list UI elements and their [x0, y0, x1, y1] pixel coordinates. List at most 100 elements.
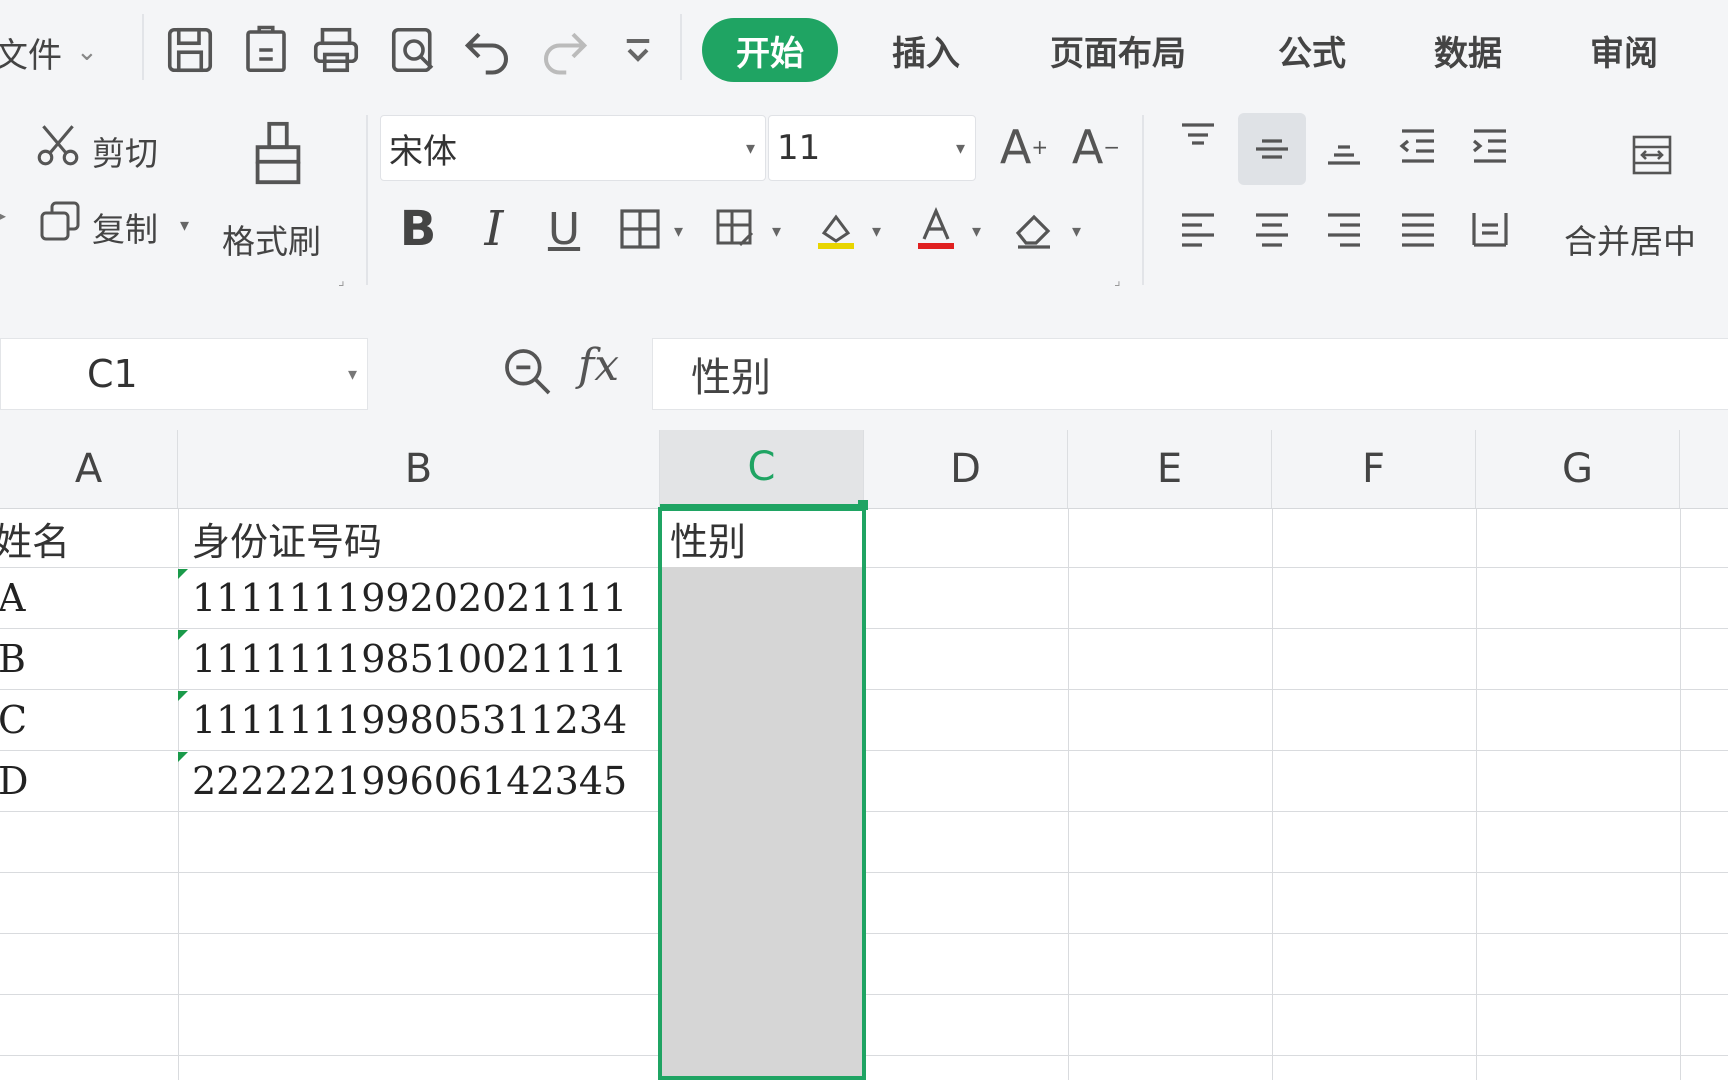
tabs-separator: [680, 14, 682, 80]
undo-icon[interactable]: [456, 18, 520, 82]
clear-format-dropdown-arrow[interactable]: ▾: [1072, 221, 1081, 242]
merge-center-icon[interactable]: [1610, 113, 1694, 197]
align-bottom-icon[interactable]: [1314, 117, 1374, 177]
spreadsheet-grid[interactable]: A B C D E F G 姓名 身份证号码 性别 A 111111199202…: [0, 430, 1728, 1080]
ribbon-home: 剪切 ▸ 复制 ▾ 格式刷 ⌟ 宋体 ▾ 11 ▾ A + A − B I U ▾ …: [0, 105, 1728, 300]
paste-dropdown-arrow[interactable]: ▸: [0, 203, 6, 227]
merge-center-button[interactable]: 合并居中: [1564, 215, 1696, 263]
italic-icon[interactable]: I: [464, 197, 524, 261]
bold-icon[interactable]: B: [388, 197, 448, 261]
tab-insert[interactable]: 插入: [868, 18, 984, 82]
increase-indent-icon[interactable]: [1460, 117, 1520, 177]
group-separator: [1142, 115, 1144, 285]
align-left-icon[interactable]: [1168, 197, 1228, 261]
chevron-down-icon: ▾: [347, 363, 357, 385]
cut-button[interactable]: 剪切: [92, 127, 158, 175]
zoom-icon[interactable]: [500, 344, 556, 400]
column-header-f[interactable]: F: [1272, 430, 1476, 508]
clear-format-icon[interactable]: [1004, 197, 1064, 261]
cell-c1[interactable]: 性别: [662, 510, 862, 566]
tab-data[interactable]: 数据: [1418, 18, 1518, 82]
quick-access-separator: [142, 14, 144, 80]
copy-dropdown-arrow[interactable]: ▾: [180, 215, 189, 236]
font-color-dropdown-arrow[interactable]: ▾: [972, 221, 981, 242]
align-center-icon[interactable]: [1242, 197, 1302, 261]
column-header-e[interactable]: E: [1068, 430, 1272, 508]
column-header-a[interactable]: A: [0, 430, 178, 508]
clipboard-dialog-launcher[interactable]: ⌟: [338, 273, 345, 289]
fill-color-icon[interactable]: [806, 197, 866, 261]
font-dialog-launcher[interactable]: ⌟: [1114, 273, 1121, 289]
customize-toolbar-icon[interactable]: [606, 18, 670, 82]
cell-b2[interactable]: 111111199202021111: [180, 569, 658, 627]
menu-bar: 文件 ⌄ 开始 插入 页面布局 公式 数据 审阅: [0, 0, 1728, 105]
cell-b3[interactable]: 111111198510021111: [180, 630, 658, 688]
cell-style-dropdown-arrow[interactable]: ▾: [772, 221, 781, 242]
column-header-b[interactable]: B: [178, 430, 660, 508]
font-color-icon[interactable]: [906, 197, 966, 261]
scissors-icon[interactable]: [30, 117, 86, 173]
justify-icon[interactable]: [1388, 197, 1448, 261]
redo-icon[interactable]: [532, 18, 596, 82]
tab-insert-label: 插入: [892, 33, 960, 74]
formula-input[interactable]: 性别: [652, 338, 1728, 410]
align-middle-icon[interactable]: [1238, 113, 1306, 185]
name-box-value: C1: [87, 352, 138, 396]
cell-a1[interactable]: 姓名: [0, 510, 178, 566]
underline-icon[interactable]: U: [534, 197, 594, 261]
name-box[interactable]: C1 ▾: [0, 338, 368, 410]
chevron-down-icon: ⌄: [76, 37, 98, 67]
print-icon[interactable]: [304, 18, 368, 82]
format-painter-button[interactable]: 格式刷: [222, 215, 321, 263]
tab-page-layout[interactable]: 页面布局: [1030, 18, 1206, 82]
export-icon[interactable]: [234, 18, 298, 82]
cell-b4[interactable]: 111111199805311234: [180, 691, 658, 749]
align-right-icon[interactable]: [1314, 197, 1374, 261]
cell-style-icon[interactable]: [706, 197, 766, 261]
increase-font-size-icon[interactable]: A +: [994, 117, 1054, 177]
cell-a5[interactable]: D: [0, 752, 178, 810]
column-line: [1476, 508, 1477, 1080]
file-menu[interactable]: 文件 ⌄: [0, 24, 98, 80]
cell-c4[interactable]: [662, 691, 862, 749]
cell-c2[interactable]: [662, 569, 862, 627]
chevron-down-icon: ▾: [955, 137, 965, 159]
copy-button[interactable]: 复制: [92, 203, 158, 251]
font-name-select[interactable]: 宋体 ▾: [380, 115, 766, 181]
tab-formulas-label: 公式: [1278, 33, 1346, 74]
decrease-indent-icon[interactable]: [1388, 117, 1448, 177]
copy-icon[interactable]: [32, 193, 88, 249]
column-line: [1272, 508, 1273, 1080]
fill-handle[interactable]: [858, 500, 868, 510]
cell-a3[interactable]: B: [0, 630, 178, 688]
tab-review[interactable]: 审阅: [1574, 18, 1674, 82]
print-preview-icon[interactable]: [382, 18, 446, 82]
format-painter-icon[interactable]: [240, 113, 316, 193]
cell-a2[interactable]: A: [0, 569, 178, 627]
insert-function-button[interactable]: fx: [578, 340, 619, 391]
font-name-value: 宋体: [389, 131, 457, 172]
column-header-partial[interactable]: [1680, 430, 1728, 508]
tab-page-layout-label: 页面布局: [1050, 33, 1186, 74]
distributed-align-icon[interactable]: [1460, 197, 1520, 261]
font-size-select[interactable]: 11 ▾: [768, 115, 976, 181]
column-line: [1068, 508, 1069, 1080]
align-top-icon[interactable]: [1168, 111, 1228, 171]
save-icon[interactable]: [158, 18, 222, 82]
column-header-d[interactable]: D: [864, 430, 1068, 508]
borders-dropdown-arrow[interactable]: ▾: [674, 221, 683, 242]
cell-b1[interactable]: 身份证号码: [180, 510, 658, 566]
cell-a4[interactable]: C: [0, 691, 178, 749]
column-header-g[interactable]: G: [1476, 430, 1680, 508]
cell-b5[interactable]: 222222199606142345: [180, 752, 658, 810]
cell-c5[interactable]: [662, 752, 862, 810]
decrease-font-size-icon[interactable]: A −: [1066, 117, 1126, 177]
tab-home[interactable]: 开始: [702, 18, 838, 82]
fill-color-dropdown-arrow[interactable]: ▾: [872, 221, 881, 242]
tab-formulas[interactable]: 公式: [1262, 18, 1362, 82]
formula-bar: C1 ▾ fx 性别: [0, 300, 1728, 430]
column-header-c[interactable]: C: [660, 430, 864, 508]
cell-c3[interactable]: [662, 630, 862, 688]
borders-icon[interactable]: [610, 197, 670, 261]
tab-data-label: 数据: [1434, 33, 1502, 74]
